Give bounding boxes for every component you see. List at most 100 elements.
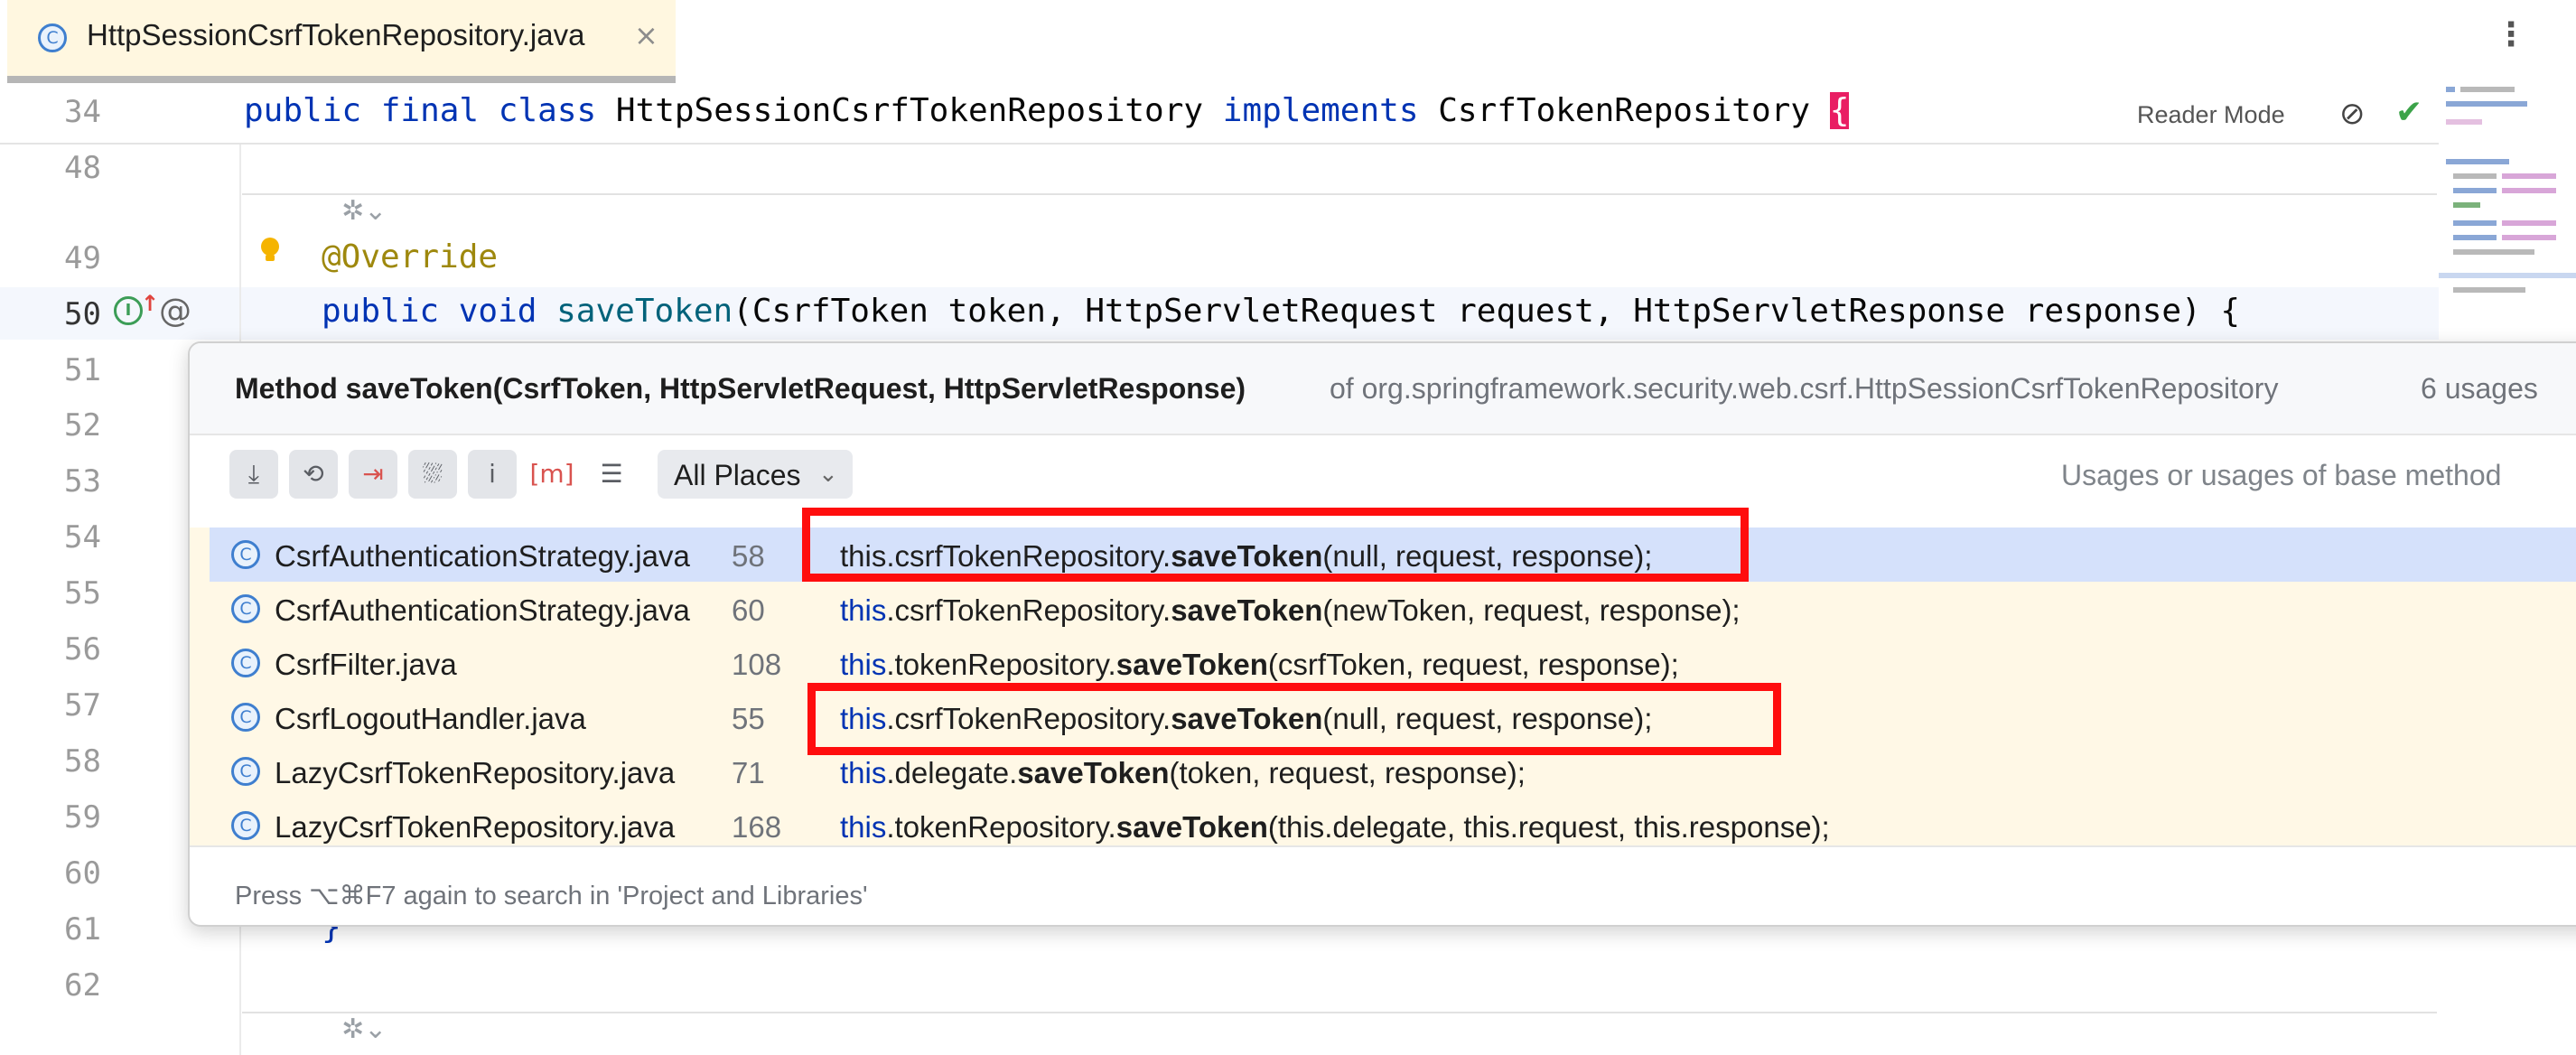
show-test-usages-button[interactable]: ⛆ <box>408 450 457 499</box>
code-args: (newToken, request, response); <box>1322 593 1741 627</box>
line-number: 59 <box>64 799 101 836</box>
show-method-usages-button[interactable]: [m] <box>527 450 576 499</box>
line-number: 62 <box>64 967 101 1004</box>
show-import-usages-button[interactable]: i <box>468 450 517 499</box>
show-usages-popup[interactable]: Method saveToken(CsrfToken, HttpServletR… <box>188 341 2576 927</box>
line-number: 57 <box>64 687 101 724</box>
sticky-class-declaration[interactable]: public final class HttpSessionCsrfTokenR… <box>244 92 1850 129</box>
class-icon: C <box>231 649 260 677</box>
code-this: this <box>840 756 887 789</box>
tab-title: HttpSessionCsrfTokenRepository.java <box>87 18 585 51</box>
popup-title: Method saveToken(CsrfToken, HttpServletR… <box>235 372 1246 405</box>
usage-file: LazyCsrfTokenRepository.java <box>275 810 676 844</box>
footer-divider <box>190 845 2576 847</box>
line-number: 53 <box>64 463 101 499</box>
header-divider <box>190 434 2576 435</box>
usage-code: this.delegate.saveToken(token, request, … <box>840 756 1526 790</box>
preview-button[interactable]: ☰ <box>587 450 636 499</box>
line-number: 52 <box>64 407 101 443</box>
line-number: 56 <box>64 631 101 668</box>
write-access-icon: ⇥ <box>362 459 384 489</box>
code-path: .tokenRepository. <box>886 810 1116 844</box>
usages-hint: Usages or usages of base method <box>2061 459 2502 491</box>
code-call: saveToken <box>1017 756 1170 789</box>
active-tab-indicator <box>7 76 676 83</box>
matched-brace: { <box>1829 92 1850 129</box>
line-number: 48 <box>64 150 101 186</box>
code-call: saveToken <box>1115 648 1268 681</box>
usage-file: LazyCsrfTokenRepository.java <box>275 756 676 789</box>
usages-count: 6 usages <box>2421 372 2538 405</box>
show-read-access-button[interactable]: ⟲ <box>289 450 338 499</box>
info-icon: i <box>489 459 496 489</box>
code-vision-icon[interactable]: ✲⌄ <box>341 195 387 227</box>
method-icon: [m] <box>529 459 574 489</box>
close-tab-icon[interactable]: × <box>634 18 658 52</box>
merge-usages-button[interactable]: ⤓ <box>229 450 278 499</box>
list-icon: ☰ <box>600 459 623 489</box>
code-keyword: class <box>498 92 597 129</box>
at-sign-icon[interactable]: @ <box>159 293 191 330</box>
file-tab[interactable]: C HttpSessionCsrfTokenRepository.java × <box>7 0 676 83</box>
usage-code: this.tokenRepository.saveToken(csrfToken… <box>840 648 1679 682</box>
reader-mode-button[interactable]: Reader Mode <box>2137 101 2285 129</box>
code-path: .csrfTokenRepository. <box>886 593 1171 627</box>
usage-line-number: 108 <box>732 648 782 681</box>
usage-line-number: 168 <box>732 810 782 844</box>
inspection-ok-icon[interactable]: ✔ <box>2395 94 2422 131</box>
usage-file: CsrfAuthenticationStrategy.java <box>275 593 690 627</box>
line-number: 55 <box>64 575 101 612</box>
line-number: 49 <box>64 240 101 276</box>
navigate-up-icon[interactable]: ↑ <box>141 291 159 316</box>
class-icon: C <box>231 594 260 623</box>
usage-file: CsrfLogoutHandler.java <box>275 702 586 735</box>
class-icon: C <box>231 703 260 732</box>
usage-row[interactable]: C CsrfFilter.java 108 this.tokenReposito… <box>190 636 2576 690</box>
code-keyword: public <box>244 92 362 129</box>
scope-dropdown[interactable]: All Places ⌄ <box>658 450 853 499</box>
eye-off-icon[interactable]: ⊘ <box>2339 96 2366 132</box>
code-this: this <box>840 810 887 844</box>
line-number: 34 <box>64 94 101 130</box>
method-separator <box>242 1012 2437 1013</box>
lightbulb-icon[interactable] <box>258 237 282 264</box>
code-keyword: void <box>458 293 537 330</box>
highlight-box <box>807 683 1781 755</box>
line-number: 54 <box>64 519 101 556</box>
popup-class-path: of org.springframework.security.web.csrf… <box>1330 372 2279 405</box>
method-name: saveToken <box>556 293 733 330</box>
line-number: 60 <box>64 855 101 892</box>
merge-icon: ⤓ <box>247 459 260 489</box>
usage-row[interactable]: C LazyCsrfTokenRepository.java 168 this.… <box>190 798 2576 853</box>
line-number: 58 <box>64 743 101 780</box>
method-signature[interactable]: public void saveToken(CsrfToken token, H… <box>322 293 2240 330</box>
code-args: (this.delegate, this.request, this.respo… <box>1267 810 1830 844</box>
implements-method-icon[interactable]: I <box>114 296 143 325</box>
code-keyword: implements <box>1222 92 1419 129</box>
minimap[interactable] <box>2439 83 2576 354</box>
scope-label: All Places <box>674 459 801 491</box>
code-args: (csrfToken, request, response); <box>1267 648 1679 681</box>
usage-code: this.tokenRepository.saveToken(this.dele… <box>840 810 1830 845</box>
interface-name: CsrfTokenRepository <box>1438 92 1811 129</box>
usage-file: CsrfAuthenticationStrategy.java <box>275 539 690 573</box>
method-params: (CsrfToken token, HttpServletRequest req… <box>733 293 2241 330</box>
class-icon: C <box>231 811 260 840</box>
usage-line-number: 58 <box>732 539 765 573</box>
override-annotation[interactable]: @Override <box>322 238 498 275</box>
usage-line-number: 60 <box>732 593 765 627</box>
usage-file: CsrfFilter.java <box>275 648 457 681</box>
editor-tab-bar: C HttpSessionCsrfTokenRepository.java × … <box>0 0 2576 83</box>
popup-header: Method saveToken(CsrfToken, HttpServletR… <box>190 343 2576 434</box>
chevron-down-icon: ⌄ <box>818 461 838 488</box>
code-call: saveToken <box>1115 810 1268 844</box>
class-icon: C <box>231 757 260 786</box>
code-vision-icon[interactable]: ✲⌄ <box>341 1013 387 1045</box>
usage-row[interactable]: C CsrfAuthenticationStrategy.java 60 thi… <box>190 582 2576 636</box>
class-icon: C <box>231 540 260 569</box>
popup-footer-hint: Press ⌥⌘F7 again to search in 'Project a… <box>235 882 868 910</box>
code-call: saveToken <box>1171 593 1323 627</box>
show-write-access-button[interactable]: ⇥ <box>349 450 397 499</box>
more-options-icon[interactable]: ⋮ <box>2495 16 2527 53</box>
code-path: .tokenRepository. <box>886 648 1116 681</box>
